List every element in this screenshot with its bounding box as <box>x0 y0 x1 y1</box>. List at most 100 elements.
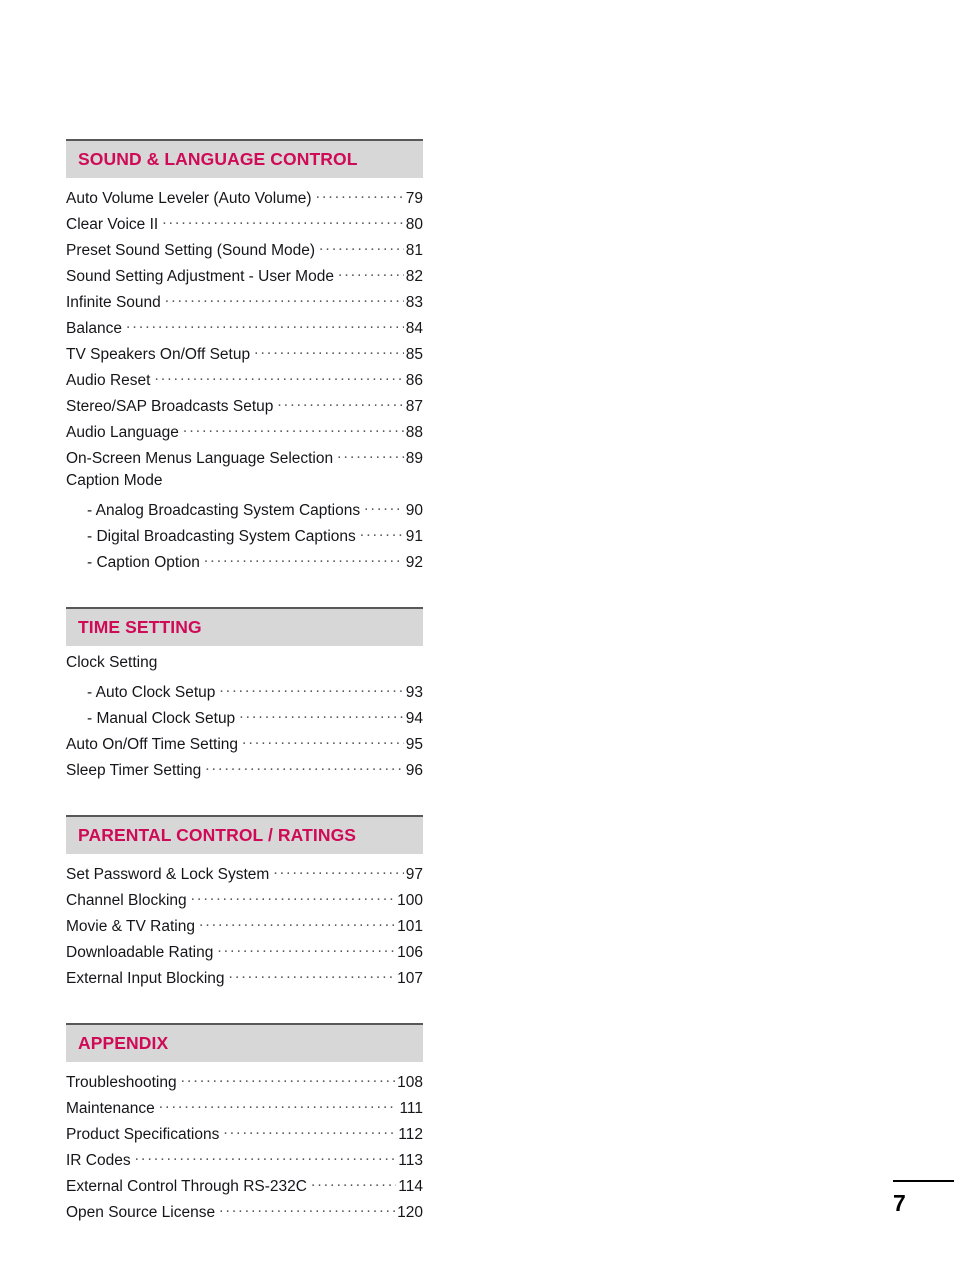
toc-entry-label: Sound Setting Adjustment - User Mode <box>66 267 334 285</box>
toc-entry-label: Downloadable Rating <box>66 943 214 961</box>
toc-section: APPENDIX Troubleshooting 108 Maintenance 111… <box>66 1023 423 1227</box>
dot-leader <box>165 291 404 307</box>
toc-entry-page-number: 86 <box>405 371 423 389</box>
section-title: PARENTAL CONTROL / RATINGS <box>78 824 357 845</box>
toc-entry[interactable]: Product Specifications 112 <box>66 1123 423 1149</box>
dot-leader <box>337 447 404 463</box>
dot-leader <box>364 499 404 515</box>
toc-entry[interactable]: - Auto Clock Setup 93 <box>66 681 423 707</box>
toc-entry-page-number: 95 <box>405 735 423 753</box>
section-title: APPENDIX <box>78 1032 169 1053</box>
toc-entry-label: Caption Mode <box>66 472 163 489</box>
toc-entry[interactable]: On-Screen Menus Language Selection 89 <box>66 447 423 473</box>
toc-entry-page-number: 80 <box>405 215 423 233</box>
toc-entry[interactable]: Balance 84 <box>66 317 423 343</box>
toc-entry-label: Preset Sound Setting (Sound Mode) <box>66 241 316 259</box>
toc-section: SOUND & LANGUAGE CONTROL Auto Volume Leve… <box>66 139 423 577</box>
toc-entry-page-number: 87 <box>405 397 423 415</box>
toc-entry-page-number: 91 <box>405 527 423 545</box>
footer-rule <box>893 1180 954 1182</box>
section-header-bar: SOUND & LANGUAGE CONTROL <box>66 139 423 178</box>
toc-entry[interactable]: External Control Through RS-232C 114 <box>66 1175 423 1201</box>
toc-entry[interactable]: Clock Setting <box>66 655 423 681</box>
toc-entry[interactable]: Caption Mode <box>66 473 423 499</box>
toc-entry[interactable]: - Caption Option 92 <box>66 551 423 577</box>
toc-entry-page-number: 93 <box>405 683 423 701</box>
section-header-bar: PARENTAL CONTROL / RATINGS <box>66 815 423 854</box>
toc-entry[interactable]: - Analog Broadcasting System Captions 90 <box>66 499 423 525</box>
toc-entry[interactable]: Audio Language 88 <box>66 421 423 447</box>
section-header-bar: TIME SETTING <box>66 607 423 646</box>
toc-entry-page-number: 106 <box>397 943 423 961</box>
dot-leader <box>135 1149 397 1165</box>
toc-entry[interactable]: Audio Reset 86 <box>66 369 423 395</box>
toc-entry-page-number: 111 <box>399 1099 423 1117</box>
toc-entry-page-number: 90 <box>405 501 423 519</box>
toc-entry-label: - Digital Broadcasting System Captions <box>87 527 356 545</box>
toc-entry-page-number: 81 <box>405 241 423 259</box>
dot-leader <box>219 681 403 697</box>
toc-entry[interactable]: Movie & TV Rating 101 <box>66 915 423 941</box>
toc-section: PARENTAL CONTROL / RATINGS Set Password &… <box>66 815 423 993</box>
toc-entry-page-number: 82 <box>405 267 423 285</box>
dot-leader <box>126 317 404 333</box>
toc-entry[interactable]: External Input Blocking 107 <box>66 967 423 993</box>
toc-entry-label: Troubleshooting <box>66 1073 177 1091</box>
toc-entry[interactable]: Clear Voice II 80 <box>66 213 423 239</box>
toc-entry-label: - Analog Broadcasting System Captions <box>87 501 361 519</box>
toc-entry[interactable]: Open Source License 120 <box>66 1201 423 1227</box>
toc-entry-label: Audio Reset <box>66 371 151 389</box>
dot-leader <box>319 239 404 255</box>
toc-entry-page-number: 96 <box>405 761 423 779</box>
section-title: SOUND & LANGUAGE CONTROL <box>78 148 358 169</box>
toc-entry[interactable]: Downloadable Rating 106 <box>66 941 423 967</box>
toc-entry[interactable]: Preset Sound Setting (Sound Mode) 81 <box>66 239 423 265</box>
toc-entry[interactable]: TV Speakers On/Off Setup 85 <box>66 343 423 369</box>
toc-entry-label: On-Screen Menus Language Selection <box>66 449 334 467</box>
toc-entry[interactable]: - Manual Clock Setup 94 <box>66 707 423 733</box>
dot-leader <box>360 525 404 541</box>
toc-entry[interactable]: Maintenance 111 <box>66 1097 423 1123</box>
dot-leader <box>205 759 403 775</box>
toc-entry-page-number: 120 <box>397 1203 423 1221</box>
dot-leader <box>311 1175 396 1191</box>
toc-entry[interactable]: Sleep Timer Setting 96 <box>66 759 423 785</box>
dot-leader <box>154 369 403 385</box>
toc-entry[interactable]: Troubleshooting 108 <box>66 1071 423 1097</box>
toc-entry[interactable]: Stereo/SAP Broadcasts Setup 87 <box>66 395 423 421</box>
dot-leader <box>199 915 395 931</box>
section-header-bar: APPENDIX <box>66 1023 423 1062</box>
toc-entry[interactable]: Auto Volume Leveler (Auto Volume) 79 <box>66 187 423 213</box>
toc-entry[interactable]: Infinite Sound 83 <box>66 291 423 317</box>
toc-entry-page-number: 108 <box>397 1073 423 1091</box>
toc-entry[interactable]: Set Password & Lock System 97 <box>66 863 423 889</box>
toc-entry[interactable]: Channel Blocking 100 <box>66 889 423 915</box>
toc-entry-label: - Manual Clock Setup <box>87 709 236 727</box>
dot-leader <box>191 889 395 905</box>
toc-entry-label: External Control Through RS-232C <box>66 1177 307 1195</box>
toc-entry-label: - Auto Clock Setup <box>87 683 216 701</box>
dot-leader <box>254 343 404 359</box>
toc-entry-label: Audio Language <box>66 423 179 441</box>
toc-column: SOUND & LANGUAGE CONTROL Auto Volume Leve… <box>66 139 423 1227</box>
toc-entry[interactable]: IR Codes 113 <box>66 1149 423 1175</box>
dot-leader <box>219 1201 395 1217</box>
toc-entry[interactable]: Sound Setting Adjustment - User Mode 82 <box>66 265 423 291</box>
dot-leader <box>239 707 404 723</box>
toc-entry[interactable]: Auto On/Off Time Setting 95 <box>66 733 423 759</box>
toc-entry-label: Open Source License <box>66 1203 216 1221</box>
toc-entry[interactable]: - Digital Broadcasting System Captions 91 <box>66 525 423 551</box>
dot-leader <box>159 1097 398 1113</box>
toc-entry-label: Product Specifications <box>66 1125 220 1143</box>
toc-entry-label: Maintenance <box>66 1099 155 1117</box>
toc-page: SOUND & LANGUAGE CONTROL Auto Volume Leve… <box>0 0 954 1272</box>
toc-entry-page-number: 112 <box>398 1125 423 1143</box>
dot-leader <box>204 551 404 567</box>
dot-leader <box>181 1071 396 1087</box>
toc-entry-label: Infinite Sound <box>66 293 161 311</box>
toc-entry-page-number: 100 <box>397 891 423 909</box>
toc-entry-page-number: 97 <box>405 865 423 883</box>
